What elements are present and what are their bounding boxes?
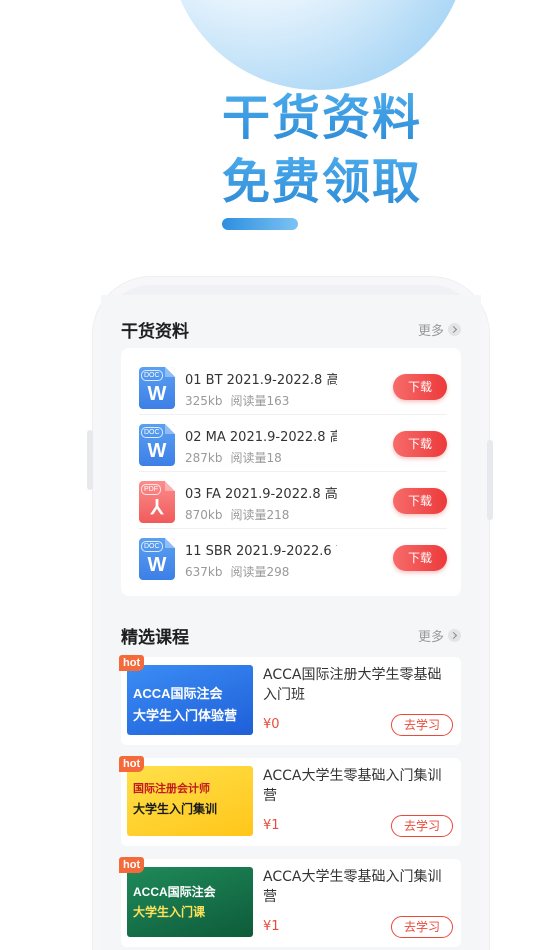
course-price: ¥1 (263, 818, 280, 833)
course-card[interactable]: ACCA国际注会 大学生入门体验营 hot ACCA国际注册大学生零基础入门班 … (119, 655, 461, 745)
material-size: 637kb (185, 565, 223, 579)
course-thumbnail: 国际注册会计师 大学生入门集训 (127, 766, 253, 836)
material-item[interactable]: DOC W 11 SBR 2021.9-2022.6 高顿ACCA 637kb 阅… (139, 529, 447, 586)
course-card[interactable]: ACCA国际注会 大学生入门课 hot ACCA大学生零基础入门集训营 ¥1 去… (119, 857, 461, 947)
material-item[interactable]: PDF ⅄ 03 FA 2021.9-2022.8 高顿ACCA 870kb 阅读… (139, 472, 447, 529)
materials-list: DOC W 01 BT 2021.9-2022.8 高顿ACCA 325kb 阅读… (121, 348, 461, 596)
materials-section-header: 干货资料 更多 (121, 317, 461, 347)
pdf-file-icon: PDF ⅄ (139, 481, 175, 523)
material-size: 870kb (185, 508, 223, 522)
course-thumbnail: ACCA国际注会 大学生入门课 (127, 867, 253, 937)
phone-screen: 干货资料 更多 DOC W 01 BT 2021.9-2022.8 高顿ACCA… (101, 295, 481, 950)
material-reads: 阅读量163 (230, 394, 290, 408)
download-button[interactable]: 下载 (393, 488, 447, 514)
material-reads: 阅读量18 (230, 451, 282, 465)
hero-title-line2: 免费领取 (222, 142, 422, 212)
hot-badge: hot (119, 857, 145, 873)
download-button[interactable]: 下载 (393, 545, 447, 571)
more-label: 更多 (417, 630, 444, 645)
study-button[interactable]: 去学习 (391, 714, 453, 736)
doc-file-icon: DOC W (139, 424, 175, 466)
material-meta: 325kb 阅读量163 (185, 392, 297, 409)
material-reads: 阅读量298 (230, 565, 290, 579)
doc-file-icon: DOC W (139, 538, 175, 580)
thumb-line: 国际注册会计师 (133, 783, 210, 795)
materials-more-link[interactable]: 更多 (418, 320, 461, 339)
course-price: ¥0 (263, 717, 280, 732)
material-item[interactable]: DOC W 02 MA 2021.9-2022.8 高顿ACCA 287kb 阅读… (139, 415, 447, 472)
material-name: 02 MA 2021.9-2022.8 高顿ACCA (185, 430, 337, 445)
courses-more-link[interactable]: 更多 (418, 626, 461, 645)
thumb-line: ACCA国际注会 (133, 686, 223, 701)
material-reads: 阅读量218 (230, 508, 290, 522)
thumb-line: ACCA国际注会 (133, 885, 216, 899)
material-name: 03 FA 2021.9-2022.8 高顿ACCA (185, 487, 337, 502)
material-meta: 287kb 阅读量18 (185, 449, 290, 466)
download-button[interactable]: 下载 (393, 374, 447, 400)
hero-underline (222, 218, 298, 230)
more-label: 更多 (417, 324, 444, 339)
material-meta: 637kb 阅读量298 (185, 563, 297, 580)
courses-title: 精选课程 (121, 628, 189, 648)
thumb-line: 大学生入门课 (133, 905, 206, 919)
material-name: 11 SBR 2021.9-2022.6 高顿ACCA (185, 544, 337, 559)
material-size: 325kb (185, 394, 223, 408)
material-size: 287kb (185, 451, 223, 465)
course-thumbnail: ACCA国际注会 大学生入门体验营 (127, 665, 253, 735)
study-button[interactable]: 去学习 (391, 916, 453, 938)
study-button[interactable]: 去学习 (391, 815, 453, 837)
courses-section-header: 精选课程 更多 (121, 623, 461, 653)
chevron-right-icon (448, 323, 461, 336)
material-name: 01 BT 2021.9-2022.8 高顿ACCA (185, 373, 337, 388)
materials-title: 干货资料 (121, 322, 189, 342)
course-title: ACCA国际注册大学生零基础入门班 (263, 667, 442, 703)
course-card[interactable]: 国际注册会计师 大学生入门集训 hot ACCA大学生零基础入门集训营 ¥1 去… (119, 756, 461, 846)
course-title: ACCA大学生零基础入门集训营 (263, 869, 442, 905)
hot-badge: hot (119, 655, 145, 671)
phone-side-button (87, 430, 93, 490)
chevron-right-icon (448, 629, 461, 642)
phone-side-button (487, 440, 493, 520)
doc-file-icon: DOC W (139, 367, 175, 409)
hero-title-line1: 干货资料 (222, 78, 422, 148)
thumb-line: 大学生入门集训 (133, 802, 218, 816)
hot-badge: hot (119, 756, 145, 772)
material-meta: 870kb 阅读量218 (185, 506, 297, 523)
course-title: ACCA大学生零基础入门集训营 (263, 768, 442, 804)
download-button[interactable]: 下载 (393, 431, 447, 457)
course-price: ¥1 (263, 919, 280, 934)
thumb-line: 大学生入门体验营 (133, 708, 238, 723)
material-item[interactable]: DOC W 01 BT 2021.9-2022.8 高顿ACCA 325kb 阅读… (139, 358, 447, 415)
hero-banner: 干货资料 免费领取 (0, 0, 534, 260)
